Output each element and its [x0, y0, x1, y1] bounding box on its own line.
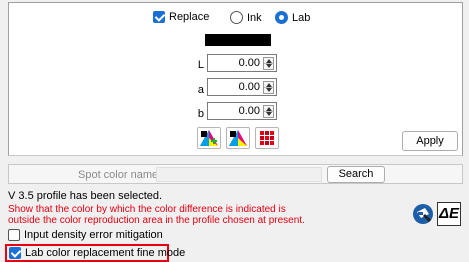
- a-label: a: [197, 84, 204, 96]
- l-value-spinner[interactable]: 0.00: [207, 54, 277, 72]
- color-picker-icon[interactable]: [411, 202, 435, 226]
- color-grid-icon[interactable]: [255, 127, 279, 149]
- replace-checkbox[interactable]: Replace: [153, 11, 210, 24]
- b-value: 0.00: [238, 105, 260, 117]
- ink-label: Ink: [247, 11, 262, 24]
- a-value: 0.00: [238, 81, 260, 93]
- a-value-spinner[interactable]: 0.00: [207, 78, 277, 96]
- lab-fine-mode-label: Lab color replacement fine mode: [25, 247, 186, 260]
- b-value-spinner[interactable]: 0.00: [207, 102, 277, 120]
- profile-status-text: V 3.5 profile has been selected.: [8, 190, 163, 202]
- input-density-check: [8, 229, 20, 242]
- spot-color-input[interactable]: [156, 167, 322, 182]
- gamut-warning-line-1: Show that the color by which the color d…: [8, 204, 286, 215]
- l-label: L: [197, 59, 204, 71]
- b-label: b: [197, 108, 204, 120]
- b-spinner-arrows[interactable]: [263, 105, 274, 118]
- input-density-label: Input density error mitigation: [24, 229, 163, 242]
- gamut-warning-line-2: outside the color reproduction area in t…: [8, 215, 305, 226]
- mode-radio-lab[interactable]: Lab: [275, 11, 310, 24]
- replace-label: Replace: [169, 11, 210, 24]
- color-palette-add-icon[interactable]: [197, 127, 221, 149]
- apply-button[interactable]: Apply: [402, 131, 458, 151]
- color-palette-icon[interactable]: [226, 127, 250, 149]
- input-density-error-option[interactable]: Input density error mitigation: [8, 229, 163, 242]
- delta-e-icon[interactable]: ΔE: [437, 202, 461, 226]
- gamut-warning: Show that the color by which the color d…: [8, 204, 408, 226]
- lab-fine-mode-option[interactable]: Lab color replacement fine mode: [9, 247, 186, 260]
- a-spinner-arrows[interactable]: [263, 81, 274, 94]
- mode-radio-ink[interactable]: Ink: [230, 11, 262, 24]
- lab-radio-dot: [275, 11, 288, 24]
- lab-fine-mode-check: [9, 247, 21, 260]
- replace-check-mark: [153, 11, 165, 24]
- spot-color-label: Spot color name: [78, 169, 159, 181]
- search-button[interactable]: Search: [327, 166, 385, 183]
- lab-label: Lab: [292, 11, 311, 24]
- ink-radio-dot: [230, 11, 243, 24]
- l-spinner-arrows[interactable]: [263, 57, 274, 70]
- color-swatch: [205, 34, 271, 46]
- l-value: 0.00: [238, 57, 260, 69]
